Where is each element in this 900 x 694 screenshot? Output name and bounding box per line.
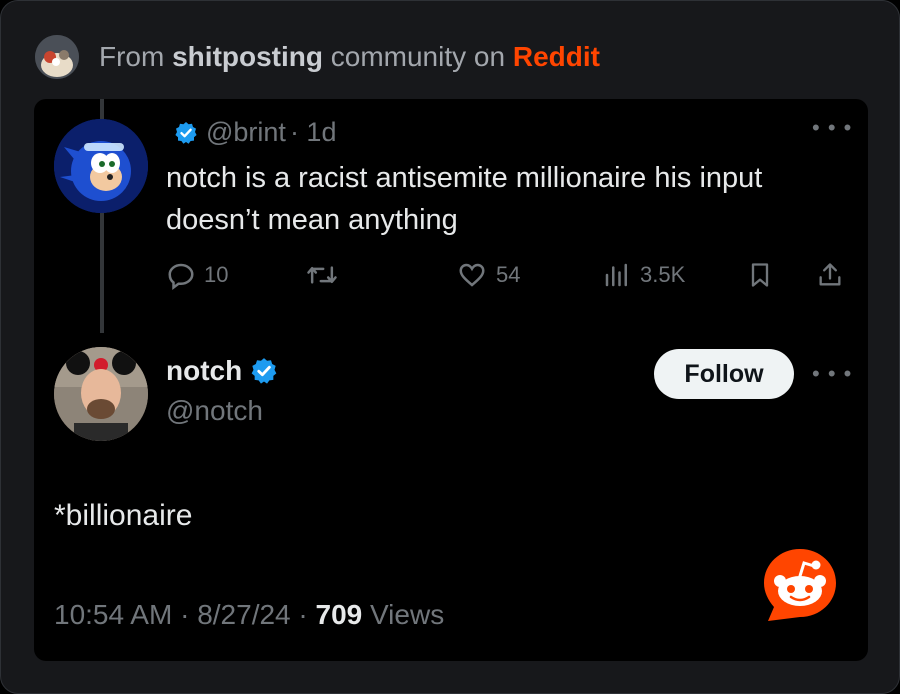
reply-more-icon[interactable]: • • • — [812, 115, 852, 141]
meta-separator: · — [180, 599, 198, 630]
reddit-snoo-icon[interactable] — [760, 545, 840, 625]
views-icon — [605, 263, 627, 287]
reply-tweet-text: notch is a racist antisemite millionaire… — [166, 162, 763, 236]
reply-time: · 1d — [289, 117, 337, 147]
from-community-text: From shitposting community on Reddit — [99, 41, 600, 73]
reply-button[interactable]: 10 — [166, 255, 228, 295]
main-tweet-text: *billionaire — [54, 499, 193, 532]
tweet-time[interactable]: 10:54 AM — [54, 599, 172, 630]
bookmark-button[interactable] — [746, 255, 774, 295]
tweet-views-count: 709 — [315, 599, 363, 630]
reply-actions-bar: 10 54 3.5K — [166, 255, 846, 295]
notch-name-row: notch — [166, 355, 278, 387]
notch-display-name[interactable]: notch — [166, 355, 242, 387]
community-on-text: community on — [330, 41, 506, 72]
tweet-views-label: Views — [370, 599, 445, 630]
reddit-brand[interactable]: Reddit — [513, 41, 600, 72]
community-name[interactable]: shitposting — [172, 41, 323, 72]
share-icon — [819, 263, 841, 286]
community-header: From shitposting community on Reddit — [35, 35, 600, 79]
reply-handle[interactable]: @brint — [206, 117, 286, 148]
views-button[interactable]: 3.5K — [602, 255, 685, 295]
bookmark-icon — [751, 263, 769, 287]
notch-handle[interactable]: @notch — [166, 395, 263, 427]
verified-icon — [251, 358, 277, 384]
reply-count: 10 — [204, 262, 229, 287]
reply-tweet-header: @brint · 1d — [174, 117, 336, 148]
reply-icon — [168, 263, 194, 290]
follow-button[interactable]: Follow — [654, 349, 794, 399]
main-more-icon[interactable]: • • • — [812, 361, 852, 387]
community-avatar[interactable] — [35, 35, 79, 79]
brint-avatar[interactable] — [54, 119, 148, 213]
retweet-button[interactable] — [306, 255, 338, 295]
share-button[interactable] — [816, 255, 844, 295]
like-count: 54 — [496, 262, 521, 287]
notch-avatar[interactable] — [54, 347, 148, 441]
tweet-date[interactable]: 8/27/24 — [197, 599, 290, 630]
from-prefix: From — [99, 41, 165, 72]
meta-separator: · — [298, 599, 316, 630]
like-button[interactable]: 54 — [456, 255, 520, 295]
like-icon — [459, 263, 485, 287]
reddit-embed-card: From shitposting community on Reddit @br… — [0, 0, 900, 694]
retweet-icon — [307, 266, 337, 284]
views-count: 3.5K — [640, 262, 686, 287]
tweet-screenshot: @brint · 1d • • • notch is a racist anti… — [34, 99, 868, 661]
verified-icon — [175, 121, 197, 144]
tweet-meta: 10:54 AM · 8/27/24 · 709 Views — [54, 599, 444, 631]
